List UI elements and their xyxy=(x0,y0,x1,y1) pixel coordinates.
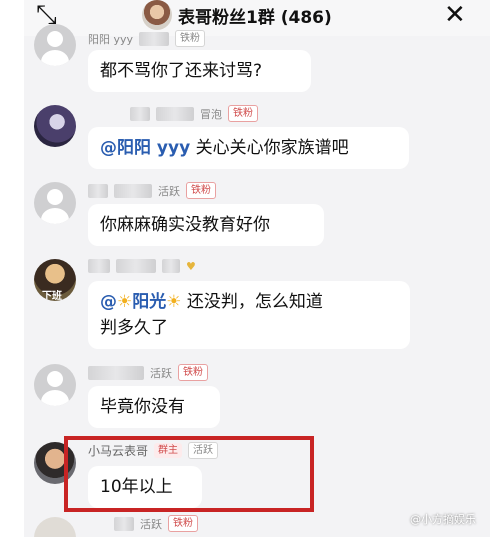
message-meta: 冒泡 铁粉 xyxy=(88,105,258,122)
group-title-text: 表哥粉丝1群 (486) xyxy=(178,7,332,28)
sun-emoji-icon: ☀ xyxy=(166,292,182,312)
blurred-name xyxy=(130,106,150,121)
close-icon[interactable]: ✕ xyxy=(444,2,466,28)
avatar[interactable] xyxy=(34,105,76,147)
fan-badge: 铁粉 xyxy=(186,182,216,199)
activity-status: 冒泡 xyxy=(200,107,222,121)
fan-badge: 铁粉 xyxy=(228,105,258,122)
sun-emoji-icon: ☀ xyxy=(117,292,133,312)
blurred-name xyxy=(88,183,108,198)
message-bubble[interactable]: @☀阳光☀ 还没判，怎么知道 判多久了 xyxy=(88,281,410,349)
fan-badge: 铁粉 xyxy=(178,364,208,381)
avatar[interactable] xyxy=(34,364,76,406)
message-bubble[interactable]: 你麻麻确实没教育好你 xyxy=(88,204,324,246)
group-title[interactable]: 表哥粉丝1群 (486) xyxy=(142,0,332,30)
message-bubble[interactable]: 都不骂你了还来讨骂? xyxy=(88,50,311,92)
message-meta: 活跃 铁粉 xyxy=(88,364,208,381)
message-meta: 活跃 铁粉 xyxy=(88,515,198,532)
message-text: 判多久了 xyxy=(100,318,168,338)
avatar[interactable] xyxy=(34,182,76,224)
mention[interactable]: @阳阳 yyy xyxy=(100,138,190,158)
watermark: @小方摘娱乐 xyxy=(410,513,476,526)
blurred-name xyxy=(114,183,152,198)
message-bubble[interactable]: @阳阳 yyy 关心关心你家族谱吧 xyxy=(88,127,409,169)
fan-badge: 铁粉 xyxy=(168,515,198,532)
group-avatar xyxy=(142,0,172,30)
highlight-box xyxy=(64,436,314,512)
activity-status: 活跃 xyxy=(150,366,172,380)
activity-status: 活跃 xyxy=(140,517,162,531)
blurred-name xyxy=(162,259,180,273)
message-meta: ♥ xyxy=(88,259,196,273)
mention[interactable]: 阳光 xyxy=(132,292,166,312)
blurred-name xyxy=(88,365,144,380)
mention-symbol: @ xyxy=(100,292,117,312)
message-meta: 活跃 铁粉 xyxy=(88,182,216,199)
message-text: 关心关心你家族谱吧 xyxy=(190,138,349,158)
message-text: 还没判，怎么知道 xyxy=(181,292,323,312)
chat-window: ⤡ 表哥粉丝1群 (486) ✕ 阳阳 yyy 铁粉 都不骂你了还来讨骂? 冒泡… xyxy=(24,0,490,537)
message-meta: 阳阳 yyy 铁粉 xyxy=(88,30,206,47)
avatar[interactable] xyxy=(34,24,76,66)
blurred-name xyxy=(156,106,194,121)
blurred-name xyxy=(88,259,110,273)
avatar-label: 下班 xyxy=(42,291,62,301)
blurred-name xyxy=(114,516,134,531)
message-bubble[interactable]: 毕竟你没有 xyxy=(88,386,220,428)
fan-badge: 铁粉 xyxy=(175,30,206,47)
username[interactable]: 阳阳 yyy xyxy=(88,31,133,47)
blurred-name xyxy=(116,259,156,273)
blurred-name xyxy=(139,31,170,46)
heart-badge-icon: ♥ xyxy=(186,259,196,273)
avatar[interactable]: 下班 xyxy=(34,259,76,301)
activity-status: 活跃 xyxy=(158,184,180,198)
avatar[interactable] xyxy=(34,517,76,537)
